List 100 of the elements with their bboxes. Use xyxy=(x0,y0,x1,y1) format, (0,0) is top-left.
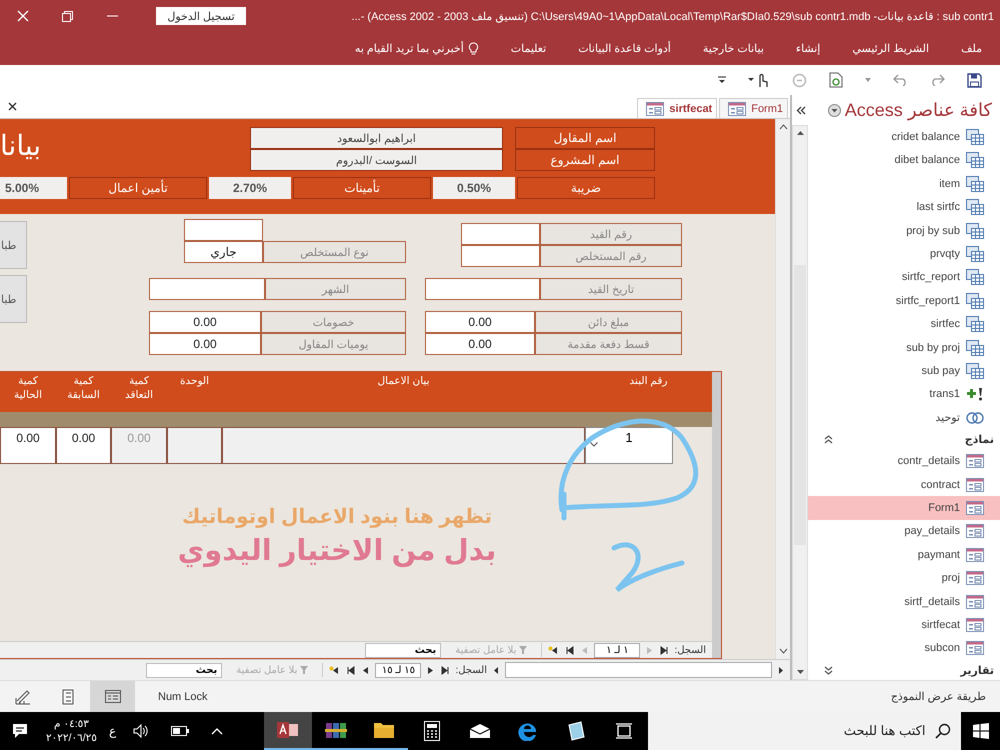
print-button[interactable]: طبا xyxy=(0,275,27,323)
ribbon-tab[interactable]: بيانات خارجية xyxy=(702,42,764,55)
previous-record-icon[interactable] xyxy=(427,666,434,674)
view-button[interactable] xyxy=(90,681,135,712)
search-field[interactable]: بحث xyxy=(146,662,222,678)
group-header[interactable]: تقارير xyxy=(808,660,1000,680)
nav-item[interactable]: sirtfecat xyxy=(808,613,1000,637)
text-field[interactable]: 2.70% xyxy=(209,177,291,199)
touch-mode-icon[interactable] xyxy=(748,72,770,88)
volume-icon[interactable] xyxy=(133,724,150,738)
close-icon[interactable] xyxy=(8,102,17,111)
undo-icon[interactable] xyxy=(893,74,908,86)
last-record-icon[interactable] xyxy=(347,666,356,674)
text-field[interactable] xyxy=(222,427,585,464)
text-field[interactable] xyxy=(167,427,222,464)
nav-item[interactable]: sub pay xyxy=(808,359,1000,383)
clock[interactable]: ٠٤:٥٣ م ٢٠٢٢/٠٦/٢٥ xyxy=(46,716,97,746)
tell-me-search[interactable]: أخبرني بما تريد القيام به xyxy=(354,42,479,56)
column-header: بيان الاعمال xyxy=(376,374,430,389)
number-field[interactable]: 0.00 xyxy=(56,427,111,464)
nav-item[interactable]: sirtfc_report xyxy=(808,266,1000,290)
scrollbar[interactable] xyxy=(712,372,721,658)
ribbon-tab[interactable]: الشريط الرئيسي xyxy=(852,42,930,55)
scroll-down-icon[interactable] xyxy=(796,669,804,675)
text-field[interactable]: 0.50% xyxy=(433,177,515,199)
text-field[interactable]: 0.00 xyxy=(425,311,535,333)
dropdown-icon[interactable] xyxy=(828,104,841,117)
nav-item[interactable]: sub by proj xyxy=(808,336,1000,360)
nav-item[interactable]: pay_details xyxy=(808,520,1000,544)
chevron-up-icon[interactable] xyxy=(211,728,224,734)
nav-item[interactable]: dibet balance xyxy=(808,148,1000,172)
nav-item[interactable]: paymant xyxy=(808,543,1000,566)
ribbon-tab[interactable]: إنشاء xyxy=(796,42,820,55)
first-record-icon[interactable] xyxy=(659,646,668,654)
text-field[interactable] xyxy=(425,278,540,300)
next-record-icon[interactable] xyxy=(362,666,370,674)
search-field[interactable]: بحث xyxy=(365,642,442,658)
redo-icon[interactable] xyxy=(930,74,945,86)
nav-item[interactable]: proj by sub xyxy=(808,218,1000,242)
number-field[interactable]: 0.00 xyxy=(0,427,56,464)
window-title: sub contr1 : قاعدة بيانات- C:\Users\49A0~1\AppData\Local\Temp\Rar$DIa0.529\sub contr1.mdb (تنسيق ملف Access 2002 - 2003) -... xyxy=(350,10,995,22)
nav-item[interactable]: item xyxy=(808,172,1000,196)
form-refresh-icon[interactable] xyxy=(829,72,843,88)
first-record-icon[interactable] xyxy=(440,666,450,674)
text-field[interactable]: 5.00% xyxy=(0,177,67,199)
nav-item[interactable]: contr_details xyxy=(808,449,1000,473)
text-field[interactable] xyxy=(149,278,265,300)
combo-box[interactable]: 1 xyxy=(585,427,673,464)
scroll-down-icon[interactable] xyxy=(778,648,788,654)
nav-item[interactable]: trans1 xyxy=(808,382,1000,406)
nav-item[interactable]: Form1 xyxy=(808,496,1000,520)
save-icon[interactable] xyxy=(967,72,982,88)
text-field[interactable]: جاري xyxy=(184,241,263,263)
nav-item[interactable]: prvqty xyxy=(808,242,1000,266)
sign-in-button[interactable]: تسجيل الدخول xyxy=(156,7,246,25)
ribbon-tab[interactable]: أدوات قاعدة البيانات xyxy=(578,42,671,55)
group-header[interactable]: نماذج xyxy=(808,429,1000,450)
last-record-icon[interactable] xyxy=(566,646,576,654)
text-field[interactable]: ابراهيم ابوالسعود xyxy=(250,127,503,149)
collapse-pane-icon[interactable] xyxy=(796,106,806,115)
scroll-left-icon[interactable] xyxy=(493,666,499,674)
text-field[interactable]: 0.00 xyxy=(149,333,261,355)
nav-item[interactable]: sirtf_details xyxy=(808,590,1000,614)
nav-item[interactable]: sirtfec xyxy=(808,312,1000,336)
expand-icon[interactable] xyxy=(824,666,833,674)
record-number-field[interactable]: ١٥ لـ ١٥ xyxy=(375,662,422,678)
nav-item[interactable]: subcon xyxy=(808,636,1000,660)
language-indicator[interactable]: ع xyxy=(108,724,116,738)
print-button[interactable]: طبا xyxy=(0,221,27,269)
field-label: مبلغ دائن xyxy=(535,311,682,333)
document-tab[interactable]: Form1 xyxy=(719,98,788,118)
text-field[interactable]: 0.00 xyxy=(425,333,535,355)
ribbon-tab[interactable]: تعليمات xyxy=(510,42,546,55)
record-number-field[interactable]: ١ لـ ١ xyxy=(594,642,640,658)
battery-icon[interactable] xyxy=(171,726,190,736)
text-field[interactable] xyxy=(184,219,263,241)
caret-icon[interactable] xyxy=(865,78,871,82)
text-field[interactable] xyxy=(461,245,540,267)
text-field[interactable]: 0.00 xyxy=(149,311,261,333)
nav-item[interactable]: cridet balance xyxy=(808,125,1000,149)
form-view-icon xyxy=(104,690,120,703)
notification-icon[interactable] xyxy=(11,722,29,740)
nav-item[interactable]: contract xyxy=(808,472,1000,496)
nav-item[interactable]: proj xyxy=(808,566,1000,590)
customize-icon[interactable] xyxy=(718,76,726,84)
text-field[interactable]: السوست /البدروم xyxy=(250,149,503,171)
nav-item[interactable]: last sirtfc xyxy=(808,196,1000,219)
collapse-icon[interactable] xyxy=(824,434,833,444)
funnel-icon xyxy=(519,646,528,654)
taskbar-search-field[interactable]: اكتب هنا للبحث xyxy=(648,712,962,750)
nav-item[interactable]: توحيد xyxy=(808,406,1000,430)
restore-icon xyxy=(62,10,73,22)
scrollbar[interactable] xyxy=(505,662,772,678)
taskbar-app[interactable] xyxy=(264,712,312,750)
field-label: خصومات xyxy=(261,311,406,333)
nav-item[interactable]: sirtfc_report1 xyxy=(808,289,1000,313)
document-tab[interactable]: sirtfecat xyxy=(637,98,718,118)
ribbon-tab[interactable]: ملف xyxy=(961,42,982,55)
text-field[interactable] xyxy=(461,223,540,245)
scroll-right-icon[interactable] xyxy=(778,666,784,674)
